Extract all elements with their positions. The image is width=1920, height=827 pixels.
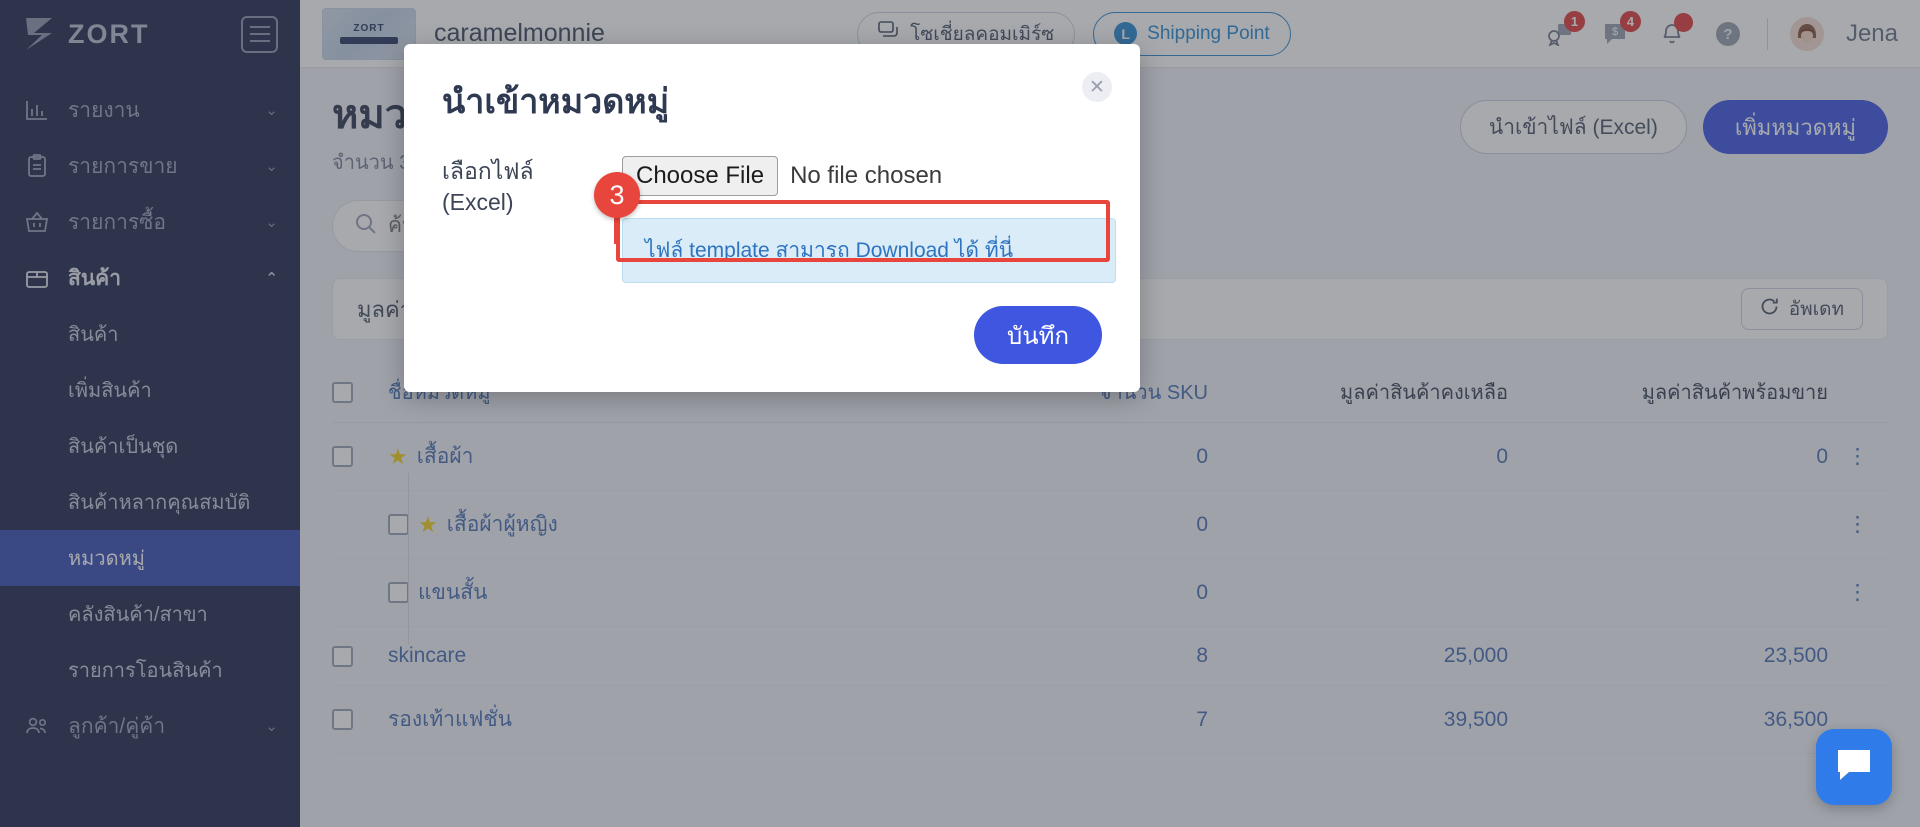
template-download-link[interactable]: ไฟล์ template สามารถ Download ได้ ที่นี่ [645, 239, 1013, 262]
save-button[interactable]: บันทึก [974, 306, 1102, 364]
import-category-modal: นำเข้าหมวดหมู่ ✕ เลือกไฟล์ (Excel) Choos… [404, 44, 1140, 392]
modal-title: นำเข้าหมวดหมู่ [442, 83, 670, 121]
file-input-row[interactable]: Choose File No file chosen [622, 156, 1116, 196]
file-status-text: No file chosen [790, 162, 943, 189]
file-field-control: Choose File No file chosen ไฟล์ template… [622, 156, 1116, 283]
app-root: ZORT รายงาน ⌄ รายการขาย ⌄ รายการซื้อ ⌄ ส… [0, 0, 1920, 827]
modal-footer: บันทึก [974, 306, 1102, 364]
chat-icon [1834, 746, 1874, 789]
file-field-label-line1: เลือกไฟล์ [442, 158, 534, 184]
choose-file-button[interactable]: Choose File [622, 156, 779, 196]
step-badge: 3 [594, 172, 640, 218]
chat-widget-button[interactable] [1816, 729, 1892, 805]
template-info-box: ไฟล์ template สามารถ Download ได้ ที่นี่ [622, 218, 1116, 283]
modal-body: เลือกไฟล์ (Excel) Choose File No file ch… [404, 128, 1140, 283]
close-icon[interactable]: ✕ [1082, 72, 1112, 102]
save-button-label: บันทึก [1007, 322, 1069, 350]
file-field-label: เลือกไฟล์ (Excel) [442, 156, 622, 283]
